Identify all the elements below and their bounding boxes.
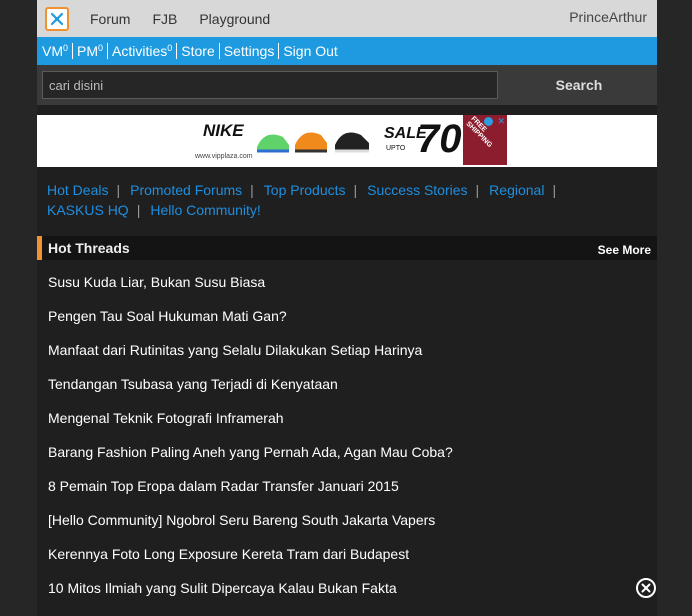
hot-threads-header: Hot Threads See More <box>37 236 657 260</box>
ad-upto: UPTO <box>386 145 406 152</box>
nav-playground[interactable]: Playground <box>199 11 270 27</box>
list-item: Susu Kuda Liar, Bukan Susu Biasa <box>37 260 657 294</box>
ad-banner-row: NIKE www.vipplaza.com SALE UPTO 70 FREE … <box>37 115 657 167</box>
username-link[interactable]: PrinceArthur <box>569 9 647 25</box>
activities-link[interactable]: Activities0 <box>108 43 178 59</box>
link-kaskus-hq[interactable]: KASKUS HQ <box>47 202 129 218</box>
link-hello-community[interactable]: Hello Community! <box>150 202 260 218</box>
search-button[interactable]: Search <box>503 65 655 105</box>
link-separator: | <box>116 182 121 198</box>
thread-link[interactable]: Mengenal Teknik Fotografi Inframerah <box>37 396 657 429</box>
thread-link[interactable]: Susu Kuda Liar, Bukan Susu Biasa <box>37 260 657 293</box>
list-item: Mengenal Teknik Fotografi Inframerah <box>37 396 657 430</box>
list-item: Manfaat dari Rutinitas yang Selalu Dilak… <box>37 328 657 362</box>
list-item: 10 Mitos Ilmiah yang Sulit Dipercaya Kal… <box>37 566 657 600</box>
thread-link[interactable]: 10 Mitos Ilmiah yang Sulit Dipercaya Kal… <box>37 566 657 599</box>
link-top-products[interactable]: Top Products <box>264 182 346 198</box>
thread-link[interactable]: 8 Pemain Top Eropa dalam Radar Transfer … <box>37 464 657 497</box>
kaskus-logo-icon[interactable] <box>45 6 69 31</box>
thread-link[interactable]: [Hello Community] Ngobrol Seru Bareng So… <box>37 498 657 531</box>
list-item: Tendangan Tsubasa yang Terjadi di Kenyat… <box>37 362 657 396</box>
ad-info-icon[interactable] <box>484 117 493 126</box>
thread-link[interactable]: Tendangan Tsubasa yang Terjadi di Kenyat… <box>37 362 657 395</box>
visitor-messages-link[interactable]: VM0 <box>42 43 74 59</box>
link-separator: | <box>353 182 358 198</box>
ad-percent: 70 <box>417 117 462 161</box>
pm-count: 0 <box>98 43 104 53</box>
thread-link[interactable]: Barang Fashion Paling Aneh yang Pernah A… <box>37 430 657 463</box>
close-circle-icon[interactable] <box>636 578 656 598</box>
see-more-link[interactable]: See More <box>598 243 651 257</box>
nav-fjb[interactable]: FJB <box>152 11 177 27</box>
link-hot-deals[interactable]: Hot Deals <box>47 182 108 198</box>
ad-close-icon[interactable]: ✕ <box>497 116 505 127</box>
activities-label: Activities <box>112 43 168 59</box>
link-promoted-forums[interactable]: Promoted Forums <box>130 182 242 198</box>
nike-sale-ad[interactable]: NIKE www.vipplaza.com SALE UPTO 70 FREE … <box>187 115 507 165</box>
list-item: [Hello Community] Ngobrol Seru Bareng So… <box>37 498 657 532</box>
user-bar: VM0 PM0 Activities0 Store Settings Sign … <box>37 37 657 65</box>
link-success-stories[interactable]: Success Stories <box>367 182 467 198</box>
link-separator: | <box>250 182 254 198</box>
link-separator: | <box>552 182 557 198</box>
thread-link[interactable]: Kerennya Foto Long Exposure Kereta Tram … <box>37 532 657 565</box>
activities-count: 0 <box>167 43 173 53</box>
store-link[interactable]: Store <box>177 43 220 59</box>
settings-link[interactable]: Settings <box>220 43 280 59</box>
hot-threads-list: Susu Kuda Liar, Bukan Susu Biasa Pengen … <box>37 260 657 600</box>
shoes-image <box>257 132 369 153</box>
search-bar: Search <box>37 65 657 105</box>
link-separator: | <box>475 182 480 198</box>
thread-link[interactable]: Manfaat dari Rutinitas yang Selalu Dilak… <box>37 328 657 361</box>
top-nav: Forum FJB Playground <box>90 11 292 27</box>
link-separator: | <box>136 202 141 218</box>
page-container: Forum FJB Playground PrinceArthur VM0 PM… <box>37 0 657 616</box>
list-item: 8 Pemain Top Eropa dalam Radar Transfer … <box>37 464 657 498</box>
search-input[interactable] <box>42 71 498 99</box>
list-item: Barang Fashion Paling Aneh yang Pernah A… <box>37 430 657 464</box>
category-links: Hot Deals | Promoted Forums | Top Products | S… <box>37 167 657 225</box>
vm-label: VM <box>42 43 63 59</box>
thread-link[interactable]: Pengen Tau Soal Hukuman Mati Gan? <box>37 294 657 327</box>
pm-label: PM <box>77 43 99 59</box>
list-item: Kerennya Foto Long Exposure Kereta Tram … <box>37 532 657 566</box>
nav-forum[interactable]: Forum <box>90 11 130 27</box>
top-bar: Forum FJB Playground PrinceArthur <box>37 0 657 37</box>
private-messages-link[interactable]: PM0 <box>73 43 109 59</box>
ad-brand: NIKE <box>203 121 244 140</box>
sign-out-link[interactable]: Sign Out <box>279 43 341 59</box>
hot-threads-title: Hot Threads <box>48 240 130 256</box>
link-regional[interactable]: Regional <box>489 182 544 198</box>
hot-threads-accent <box>37 236 42 260</box>
ad-url: www.vipplaza.com <box>195 153 253 160</box>
vm-count: 0 <box>63 43 69 53</box>
list-item: Pengen Tau Soal Hukuman Mati Gan? <box>37 294 657 328</box>
